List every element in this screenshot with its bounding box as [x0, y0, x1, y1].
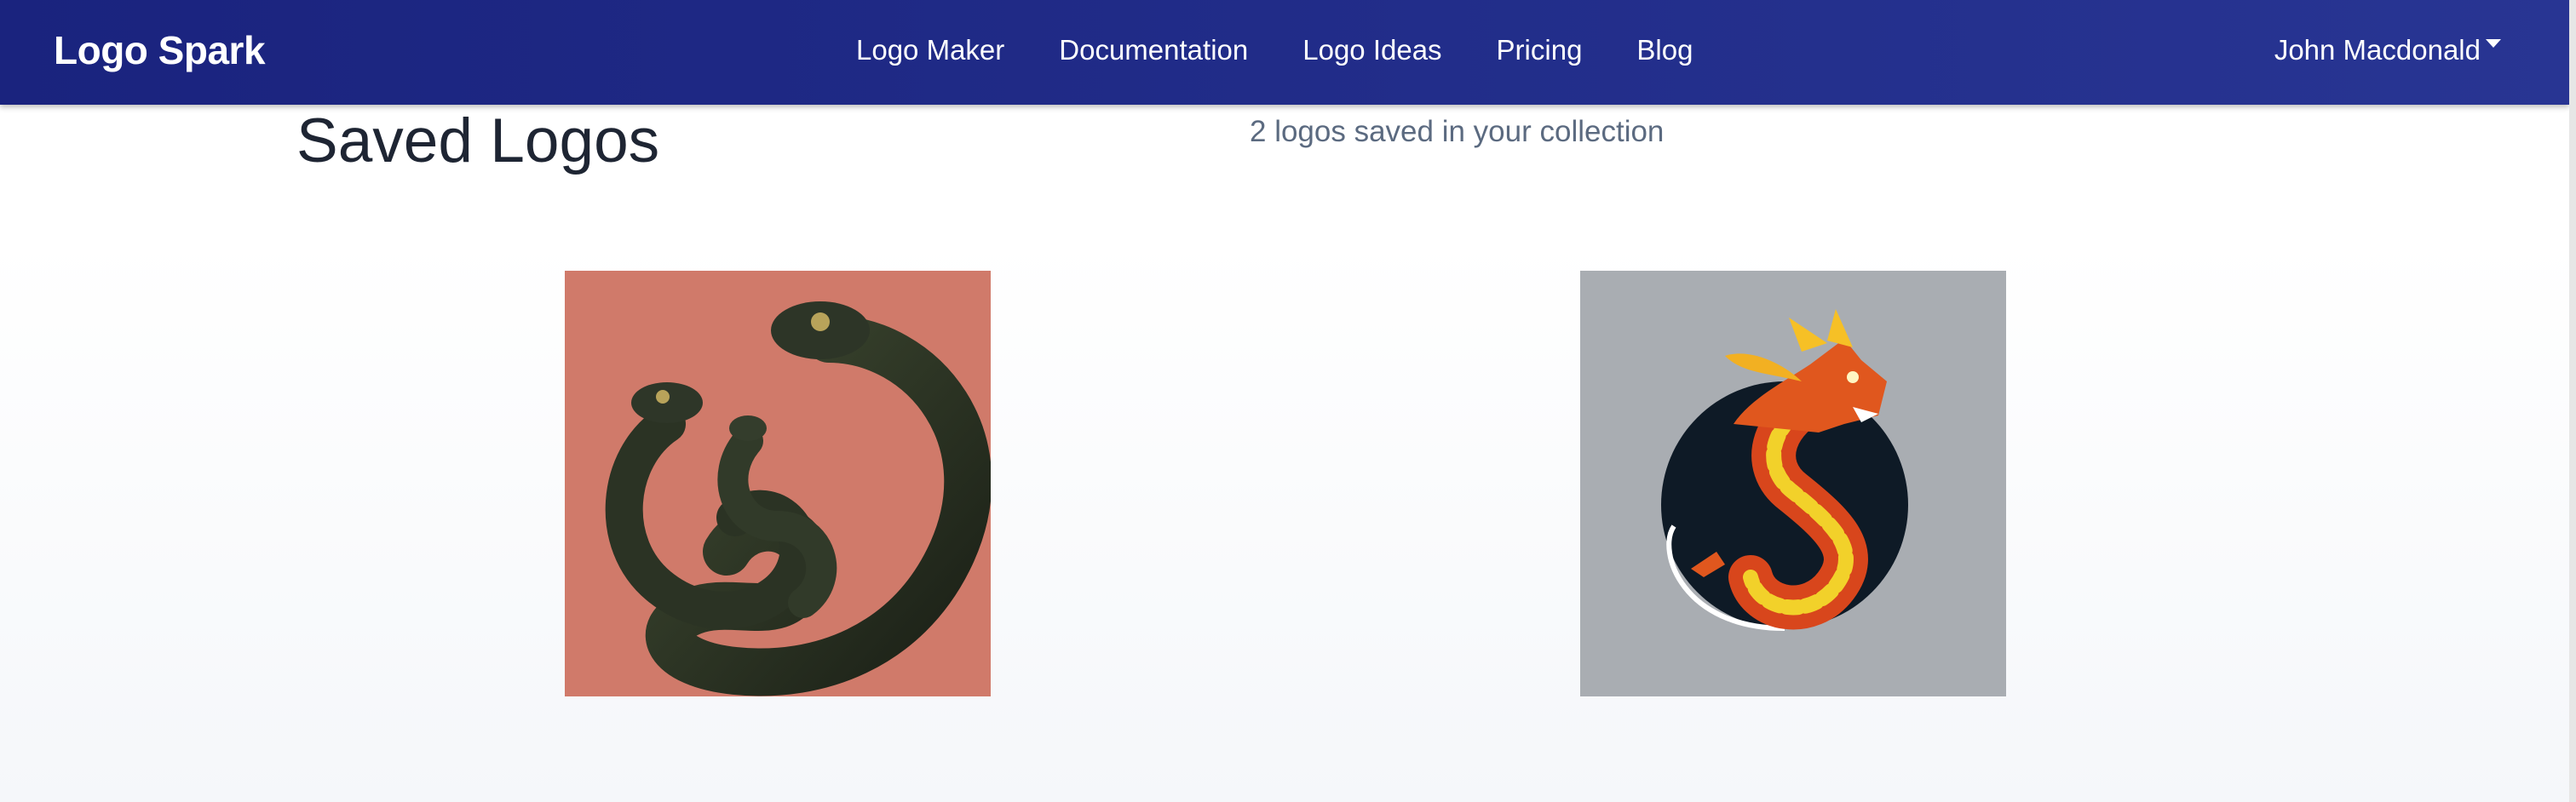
user-name: John Macdonald [2274, 34, 2481, 66]
page-title: Saved Logos [296, 106, 660, 175]
saved-logo-dragon[interactable] [1580, 271, 2006, 696]
snakes-logo-image [605, 301, 991, 696]
caret-down-icon [2486, 39, 2501, 48]
window-edge [2569, 0, 2576, 802]
dragon-logo-image [1661, 309, 1908, 631]
top-navbar: Logo Spark Logo Maker Documentation Logo… [0, 0, 2569, 105]
main-nav: Logo Maker Documentation Logo Ideas Pric… [856, 0, 1720, 100]
saved-logo-snakes[interactable] [565, 271, 991, 696]
saved-count-text: 2 logos saved in your collection [1250, 115, 1665, 148]
brand-logo-link[interactable]: Logo Spark [54, 0, 266, 100]
nav-link-logo-ideas[interactable]: Logo Ideas [1275, 0, 1469, 100]
nav-link-logo-maker[interactable]: Logo Maker [856, 0, 1032, 100]
nav-link-blog[interactable]: Blog [1609, 0, 1720, 100]
user-menu-dropdown[interactable]: John Macdonald [2274, 0, 2501, 100]
nav-link-documentation[interactable]: Documentation [1032, 0, 1275, 100]
nav-link-pricing[interactable]: Pricing [1469, 0, 1610, 100]
